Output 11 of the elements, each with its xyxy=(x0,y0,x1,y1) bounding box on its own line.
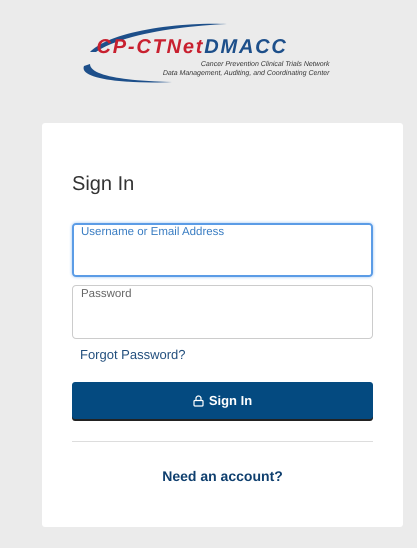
field-label: Username or Email Address xyxy=(81,226,226,238)
sign-in-button[interactable]: Sign In xyxy=(72,382,373,419)
logo-text: DMACC xyxy=(204,37,288,57)
input-field[interactable]: Password xyxy=(72,285,373,339)
forgot-password-link[interactable]: Forgot Password? xyxy=(80,347,186,362)
field-label: Password xyxy=(81,288,132,300)
lock-icon xyxy=(192,394,204,406)
input-field[interactable]: Username or Email Address xyxy=(72,223,373,277)
form-title: Sign In xyxy=(72,173,136,196)
logo-text: CP-CTNet xyxy=(96,37,204,57)
register-link[interactable]: Need an account? xyxy=(162,468,283,484)
